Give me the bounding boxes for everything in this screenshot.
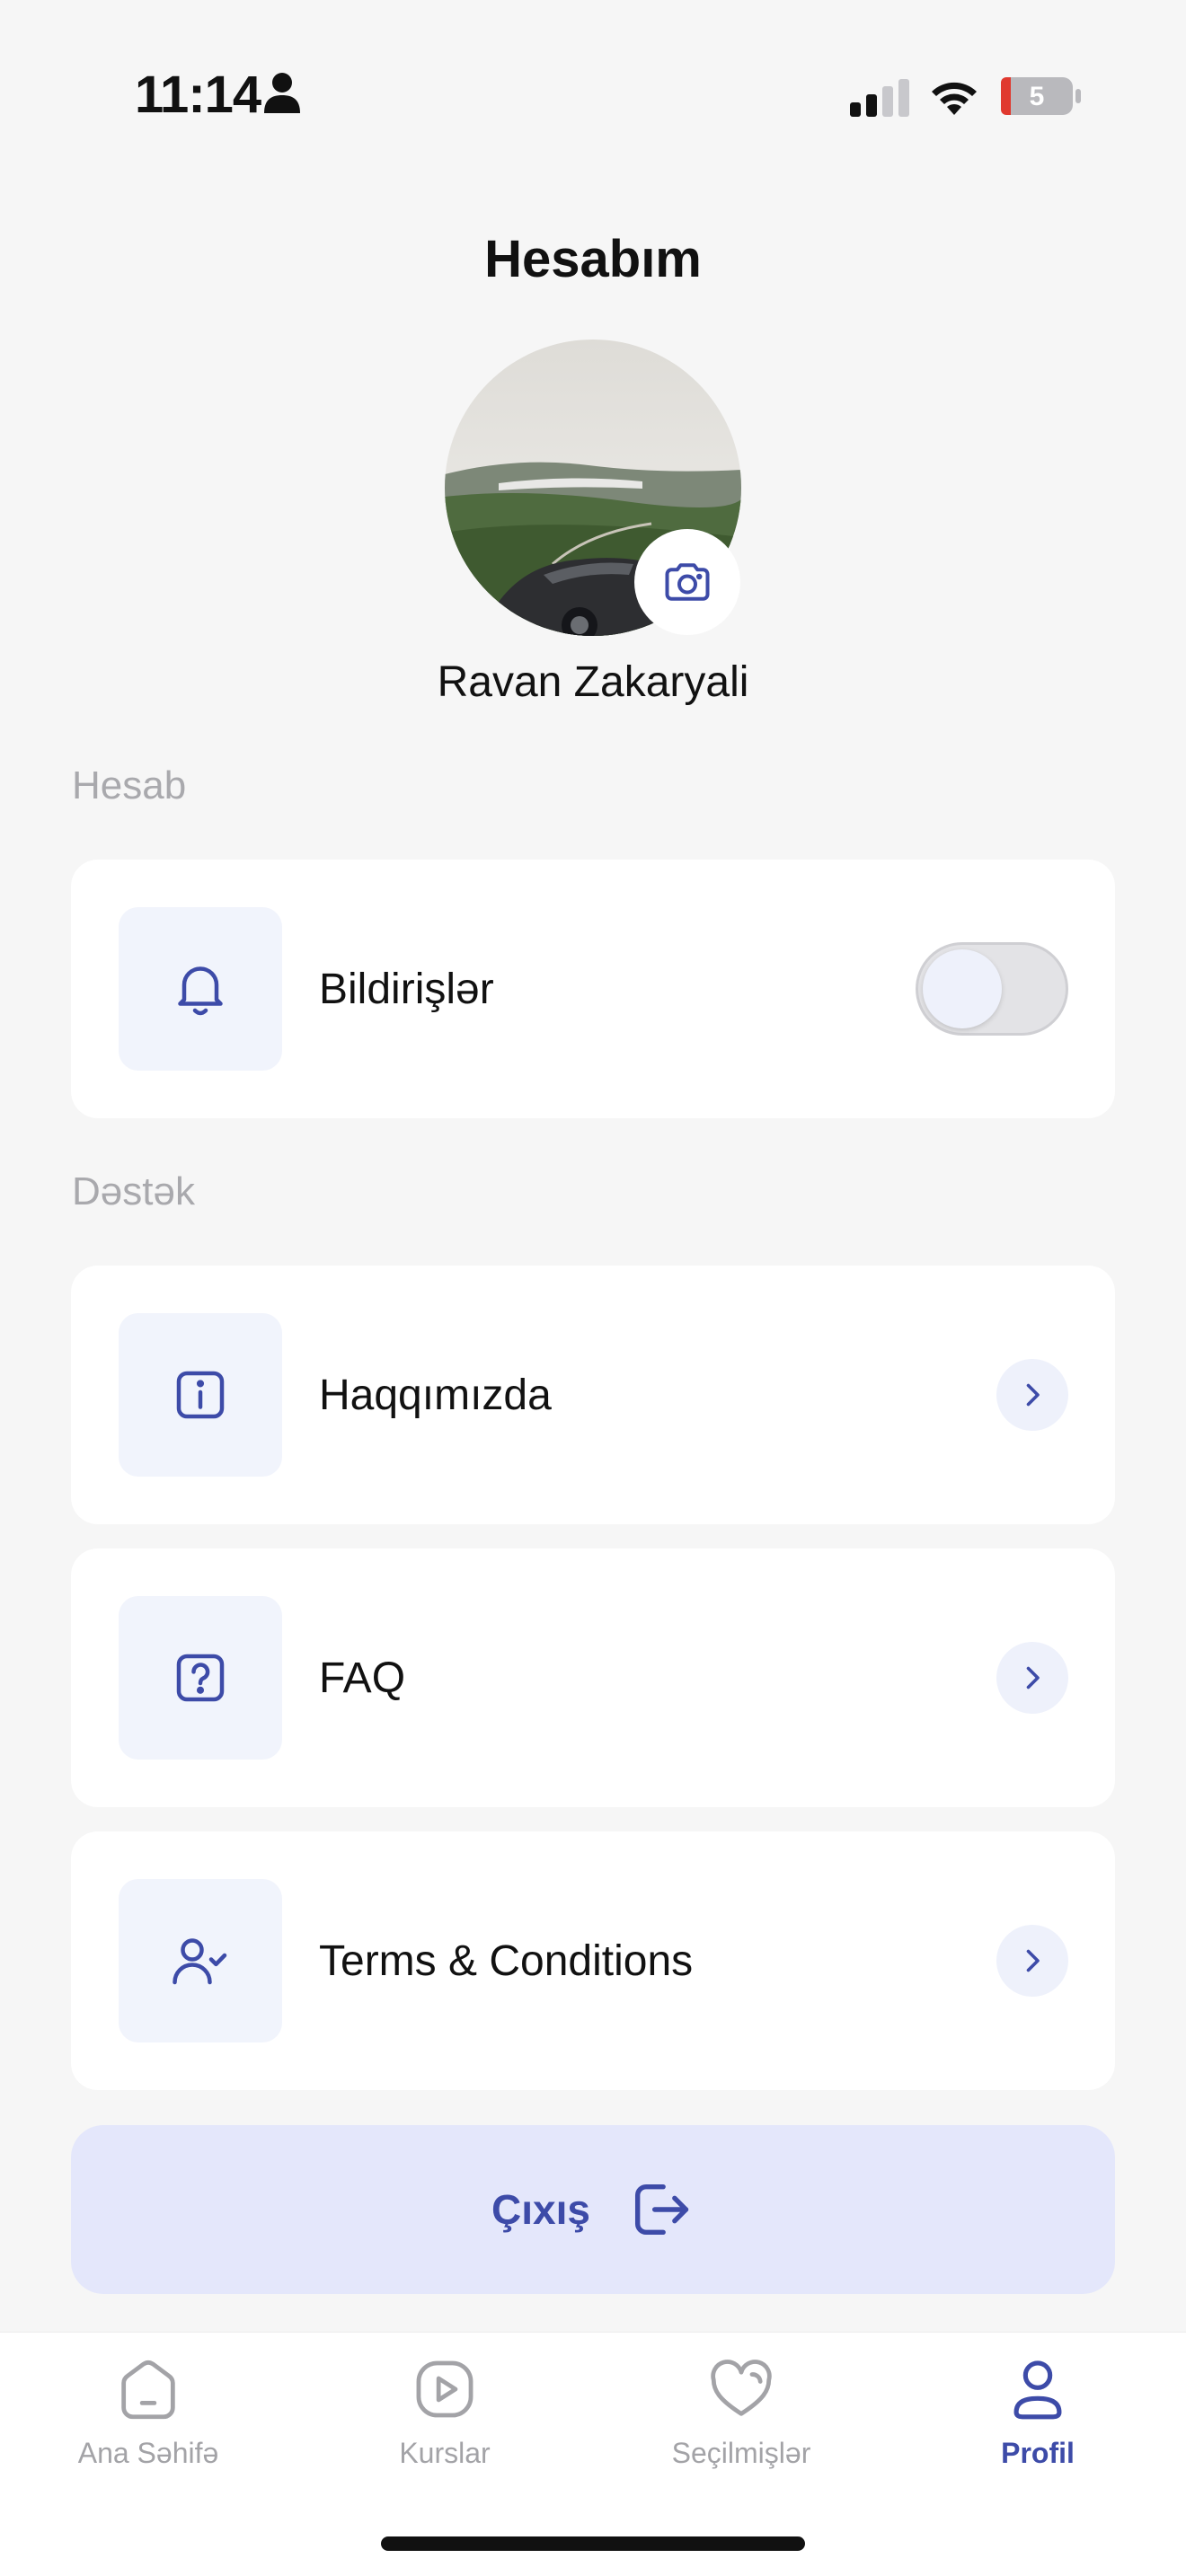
chevron-right-icon xyxy=(1026,1949,1040,1972)
about-chevron[interactable] xyxy=(996,1359,1068,1431)
home-indicator xyxy=(381,2536,805,2551)
logout-label: Çıxış xyxy=(491,2186,590,2233)
faq-chevron[interactable] xyxy=(996,1642,1068,1714)
tab-home[interactable]: Ana Səhifə xyxy=(0,2352,296,2470)
user-check-icon xyxy=(173,1938,227,1985)
notifications-label: Bildirişlər xyxy=(319,965,494,1013)
faq-row[interactable]: FAQ xyxy=(71,1548,1115,1807)
page-title: Hesabım xyxy=(484,230,702,288)
camera-icon xyxy=(665,563,710,601)
chevron-right-icon xyxy=(1026,1666,1040,1689)
tab-courses[interactable]: Kurslar xyxy=(296,2352,593,2470)
info-icon xyxy=(176,1371,225,1419)
tab-courses-label: Kurslar xyxy=(399,2437,491,2469)
logout-button[interactable]: Çıxış xyxy=(71,2125,1115,2294)
terms-label: Terms & Conditions xyxy=(319,1936,694,1985)
about-row[interactable]: Haqqımızda xyxy=(71,1266,1115,1524)
toggle-knob xyxy=(923,949,1002,1028)
section-label-support: Dəstək xyxy=(72,1169,195,1213)
wifi-icon xyxy=(932,82,977,115)
profile-screen: 11:14 5 Hesabım Ravan Zakaryali Hesab Bi… xyxy=(0,0,1186,2576)
tab-profile[interactable]: Profil xyxy=(890,2352,1186,2470)
change-photo-button[interactable] xyxy=(634,529,740,635)
signal-icon xyxy=(850,79,909,117)
person-icon xyxy=(264,73,300,113)
about-label: Haqqımızda xyxy=(319,1371,552,1419)
faq-label: FAQ xyxy=(319,1654,406,1702)
notifications-row: Bildirişlər xyxy=(71,860,1115,1118)
user-name: Ravan Zakaryali xyxy=(437,658,749,706)
terms-chevron[interactable] xyxy=(996,1925,1068,1997)
logout-icon xyxy=(634,2183,689,2236)
section-label-account: Hesab xyxy=(72,763,187,807)
status-time: 11:14 xyxy=(135,66,261,124)
tab-profile-label: Profil xyxy=(1001,2437,1075,2469)
question-icon xyxy=(176,1654,225,1702)
user-icon xyxy=(1013,2360,1062,2420)
tab-favorites[interactable]: Seçilmişlər xyxy=(593,2352,890,2470)
bell-icon xyxy=(178,966,223,1016)
about-icon-tile xyxy=(119,1313,282,1477)
heart-icon xyxy=(711,2360,772,2416)
terms-icon-tile xyxy=(119,1879,282,2042)
notifications-icon-tile xyxy=(119,907,282,1071)
chevron-right-icon xyxy=(1026,1383,1040,1407)
status-bar: 11:14 5 xyxy=(0,0,1186,180)
tab-home-label: Ana Səhifə xyxy=(77,2437,219,2469)
play-icon xyxy=(416,2360,474,2418)
tab-favorites-label: Seçilmişlər xyxy=(671,2437,811,2469)
battery-level: 5 xyxy=(1030,82,1045,111)
home-icon xyxy=(121,2360,175,2420)
terms-row[interactable]: Terms & Conditions xyxy=(71,1831,1115,2090)
notifications-toggle[interactable] xyxy=(916,942,1068,1036)
faq-icon-tile xyxy=(119,1596,282,1760)
battery-icon: 5 xyxy=(1001,77,1081,115)
